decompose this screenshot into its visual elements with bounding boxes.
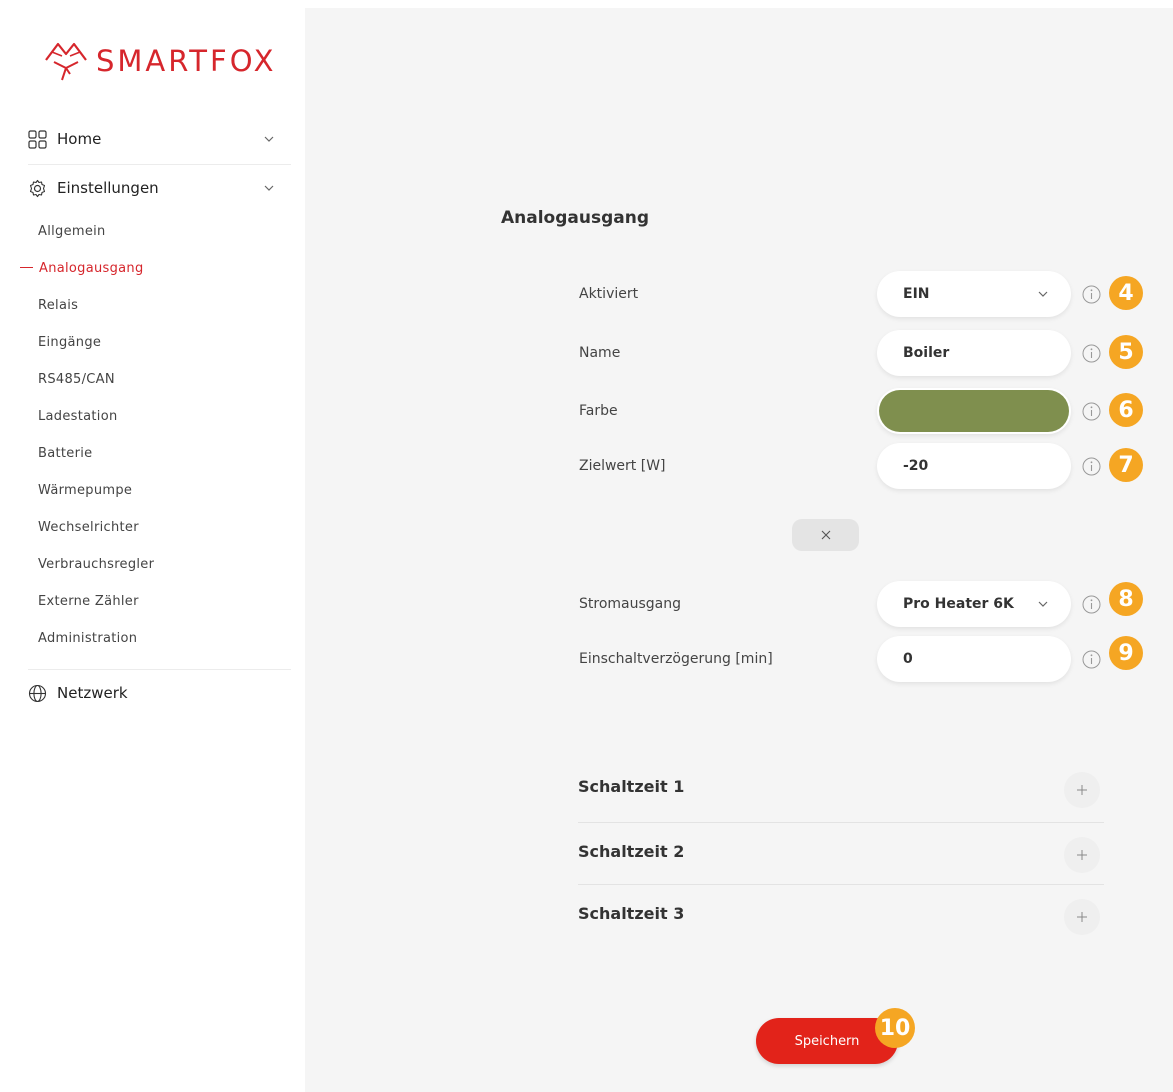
color-swatch <box>879 390 1069 432</box>
farbe-label: Farbe <box>579 403 618 419</box>
nav-home[interactable]: Home <box>28 115 291 163</box>
aktiviert-select[interactable]: EIN <box>877 271 1071 317</box>
gear-icon <box>28 179 47 198</box>
nav-settings-label: Einstellungen <box>57 179 159 197</box>
nav-sub-item[interactable]: Relais <box>38 298 78 313</box>
schedule-divider <box>578 822 1104 823</box>
stromausgang-label: Stromausgang <box>579 596 681 612</box>
smartfox-logo[interactable]: SMARTFOX <box>42 38 277 84</box>
aktiviert-value: EIN <box>903 286 930 302</box>
page-title: Analogausgang <box>501 208 650 228</box>
einschalt-label: Einschaltverzögerung [min] <box>579 651 773 667</box>
chevron-down-icon <box>1038 601 1048 607</box>
zielwert-value: -20 <box>903 458 929 474</box>
nav-sub-item[interactable]: Verbrauchsregler <box>38 557 154 572</box>
step-badge: 9 <box>1109 636 1143 670</box>
step-badge: 7 <box>1109 448 1143 482</box>
nav-sub-item[interactable]: Allgemein <box>38 224 106 239</box>
plus-icon[interactable] <box>1064 899 1100 935</box>
name-label: Name <box>579 345 621 361</box>
nav-sub-item[interactable]: Administration <box>38 631 137 646</box>
fox-logo-icon <box>45 42 87 81</box>
name-value: Boiler <box>903 345 950 361</box>
nav-network[interactable]: Netzwerk <box>28 669 291 717</box>
info-icon[interactable] <box>1082 595 1101 614</box>
name-input[interactable]: Boiler <box>877 330 1071 376</box>
info-icon[interactable] <box>1082 402 1101 421</box>
grid-icon <box>28 129 47 149</box>
schedule-row[interactable]: Schaltzeit 2 <box>578 824 1104 886</box>
nav-sub-item[interactable]: Externe Zähler <box>38 594 139 609</box>
schedule-title: Schaltzeit 3 <box>578 904 685 923</box>
nav-sub-item-active[interactable]: Analogausgang <box>20 261 144 276</box>
chevron-down-icon <box>264 136 274 142</box>
step-badge: 10 <box>875 1008 915 1048</box>
nav-sub-item[interactable]: RS485/CAN <box>38 372 115 387</box>
nav-sub-item[interactable]: Eingänge <box>38 335 101 350</box>
stromausgang-select[interactable]: Pro Heater 6K <box>877 581 1071 627</box>
save-label: Speichern <box>794 1033 860 1049</box>
plus-icon[interactable] <box>1064 772 1100 808</box>
step-badge: 6 <box>1109 393 1143 427</box>
info-icon[interactable] <box>1082 285 1101 304</box>
plus-icon[interactable] <box>1064 837 1100 873</box>
info-icon[interactable] <box>1082 457 1101 476</box>
nav-sub-item[interactable]: Batterie <box>38 446 92 461</box>
einschalt-input[interactable]: 0 <box>877 636 1071 682</box>
schedule-row[interactable]: Schaltzeit 3 <box>578 886 1104 948</box>
color-picker[interactable] <box>877 388 1071 434</box>
schedule-title: Schaltzeit 1 <box>578 777 685 796</box>
globe-icon <box>28 684 47 703</box>
nav-network-label: Netzwerk <box>57 684 128 702</box>
close-icon <box>821 530 830 540</box>
step-badge: 5 <box>1109 335 1143 369</box>
nav-sub-item[interactable]: Wechselrichter <box>38 520 139 535</box>
schedule-row[interactable]: Schaltzeit 1 <box>578 759 1104 821</box>
main-panel: Analogausgang Aktiviert EIN 4 Name Boile… <box>305 8 1173 1092</box>
aktiviert-label: Aktiviert <box>579 286 639 302</box>
brand-name: SMARTFOX <box>96 44 277 78</box>
chevron-down-icon <box>264 185 274 191</box>
info-icon[interactable] <box>1082 344 1101 363</box>
chevron-down-icon <box>1038 291 1048 297</box>
einschalt-value: 0 <box>903 651 913 667</box>
sidebar: SMARTFOX Home Einstellungen Allgemein An… <box>0 0 305 1092</box>
nav-sub-item[interactable]: Wärmepumpe <box>38 483 132 498</box>
step-badge: 4 <box>1109 276 1143 310</box>
nav-sub-item[interactable]: Ladestation <box>38 409 118 424</box>
step-badge: 8 <box>1109 582 1143 616</box>
zielwert-input[interactable]: -20 <box>877 443 1071 489</box>
schedule-divider <box>578 884 1104 885</box>
zielwert-label: Zielwert [W] <box>579 458 666 474</box>
stromausgang-value: Pro Heater 6K <box>903 596 1014 612</box>
nav-home-label: Home <box>57 130 102 148</box>
schedule-title: Schaltzeit 2 <box>578 842 685 861</box>
close-button[interactable] <box>792 519 859 551</box>
nav-settings[interactable]: Einstellungen <box>28 164 291 212</box>
info-icon[interactable] <box>1082 650 1101 669</box>
